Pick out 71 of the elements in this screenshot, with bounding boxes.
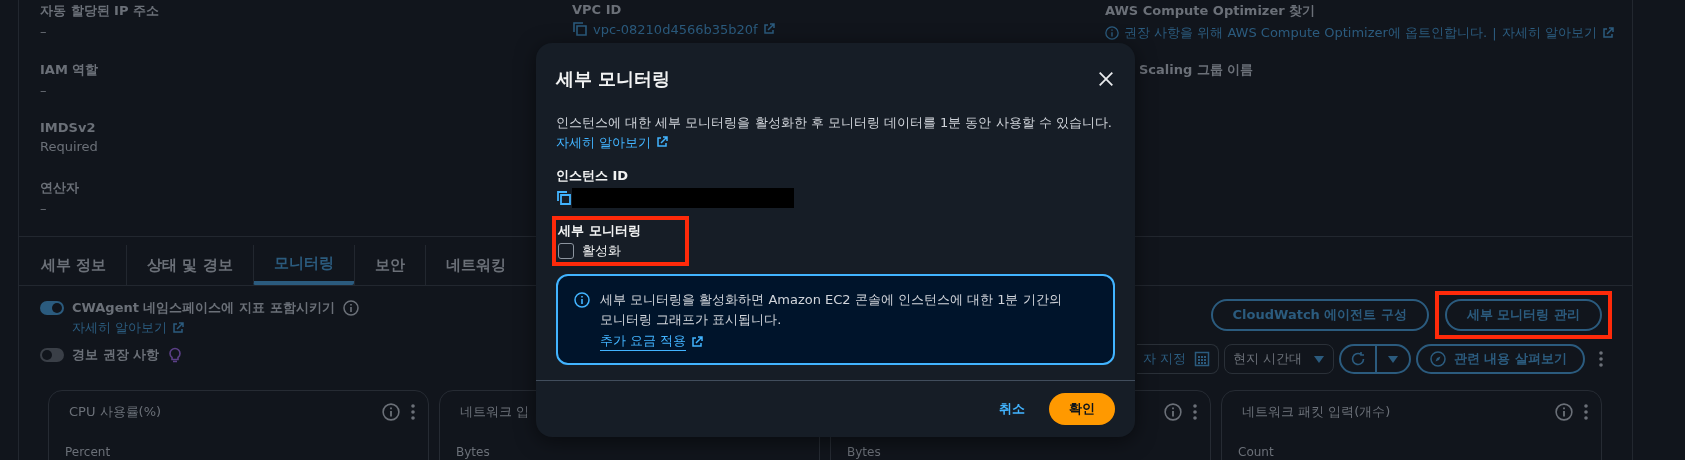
field-value: – [40,201,47,216]
axis-unit: Bytes [456,445,491,459]
field-label: 연산자 [40,179,79,197]
info-icon[interactable] [1164,403,1182,421]
timezone-dropdown[interactable]: 현지 시간대 [1223,344,1334,374]
chart-title: 네트워크 패킷 입력(개수) [1241,403,1392,421]
info-icon[interactable] [342,300,359,316]
field-label: 자동 할당된 IP 주소 [40,2,159,20]
separator: | [1492,25,1497,41]
learn-more-link[interactable]: 자세히 알아보기 [72,319,168,337]
checkbox[interactable] [558,243,574,259]
field-value: – [40,24,47,39]
field-label: 인스턴스 ID [556,167,630,185]
caret-icon [1312,353,1325,365]
external-link-icon [656,136,669,148]
field-label: Scaling 그룹 이름 [1139,61,1254,79]
external-link-icon [762,23,775,35]
copy-icon[interactable] [556,190,572,206]
info-icon[interactable] [1555,403,1573,421]
caret-icon [1386,353,1399,365]
calendar-icon [1193,351,1210,367]
modal-description: 인스턴스에 대한 세부 모니터링을 활성화한 후 모니터링 데이터를 1분 동안 사용할 수 있습니다. 자세히 알아보기 [556,114,1113,152]
cancel-button[interactable]: 취소 [993,399,1031,419]
learn-more-link[interactable]: 자세히 알아보기 [556,135,669,150]
date-range-field[interactable]: 자 지정 [1136,344,1219,374]
external-link-icon [691,335,704,348]
field-label: IMDSv2 [40,120,96,135]
compass-icon [1429,351,1446,367]
tab[interactable]: 보안 [353,245,425,285]
external-link-icon [172,322,185,334]
info-text: 세부 모니터링을 활성화하면 Amazon EC2 콘솔에 인스턴스에 대한 1분 기간의 모니터링 그래프가 표시됩니다. [600,291,1063,329]
info-icon [1105,26,1119,40]
info-icon[interactable] [382,403,400,421]
toggle-switch[interactable] [40,301,64,315]
field-label: VPC ID [572,2,622,17]
refresh-icon [1349,351,1366,367]
more-icon[interactable] [410,403,416,421]
axis-unit: Percent [65,445,112,459]
chart-title: 네트워크 입 [459,403,531,421]
tab[interactable]: 모니터링 [252,245,354,285]
field-value: Required [40,139,98,154]
more-icon[interactable] [1598,350,1604,368]
toggle-switch[interactable] [40,348,64,362]
field-label: AWS Compute Optimizer 찾기 [1105,2,1316,20]
tab[interactable]: 네트워킹 [424,245,526,285]
explore-button[interactable]: 관련 내용 살펴보기 [1415,344,1585,374]
toggle-label: CWAgent 네임스페이스에 지표 포함시키기 [72,299,335,317]
action-button[interactable]: 세부 모니터링 관리 [1444,299,1602,331]
vpc-link[interactable]: vpc-08210d4566b35b20f [593,21,758,37]
chart-title: CPU 사용률(%) [68,403,163,421]
action-button[interactable]: CloudWatch 에이전트 구성 [1210,299,1429,331]
axis-unit: Bytes [847,445,882,459]
tab[interactable]: 상태 및 경보 [126,245,253,285]
pricing-link[interactable]: 추가 요금 적용 [600,332,687,351]
notice-text: 권장 사항을 위해 AWS Compute Optimizer에 옵트인합니다. [1124,24,1488,42]
toggle-label: 경보 권장 사항 [72,346,160,364]
checkbox-label: 활성화 [582,242,621,260]
field-value: – [40,83,47,98]
info-icon [574,292,590,308]
lightbulb-icon [167,347,184,363]
field-label: IAM 역할 [40,61,99,79]
tab[interactable]: 세부 정보 [21,245,127,285]
more-icon[interactable] [1583,403,1589,421]
axis-unit: Count [1238,445,1275,459]
more-icon[interactable] [1192,403,1198,421]
external-link-icon [1601,27,1614,39]
learn-more-link[interactable]: 자세히 알아보기 [1501,24,1597,42]
close-icon[interactable] [1097,70,1115,88]
confirm-button[interactable]: 확인 [1049,393,1115,425]
modal-title: 세부 모니터링 [556,67,671,91]
field-label: 세부 모니터링 [558,222,641,240]
